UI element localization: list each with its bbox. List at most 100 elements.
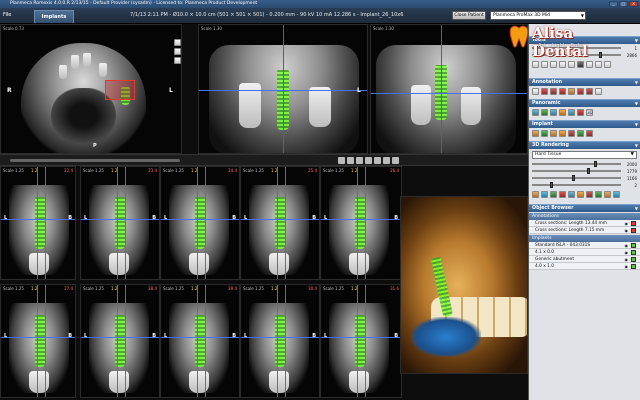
polygon-icon[interactable] (577, 88, 584, 95)
cross-section-view[interactable]: Scale 1.25 1.2 23.4 L B (80, 166, 160, 280)
color-swatch[interactable] (631, 257, 636, 262)
color-icon[interactable] (550, 191, 557, 198)
rendering-slider[interactable]: 2 (532, 182, 637, 188)
abutment-icon[interactable] (541, 130, 548, 137)
export-icon[interactable] (595, 191, 602, 198)
invert-icon[interactable] (577, 61, 584, 68)
rendering-preset-select[interactable]: Hard Tissue ▼ (532, 151, 637, 159)
panoramic-view-1[interactable]: Scale 1.30 L (198, 24, 368, 154)
visibility-icon[interactable]: ◉ (625, 242, 629, 249)
guide-icon[interactable] (577, 130, 584, 137)
close-window-button[interactable]: × (629, 1, 638, 7)
visibility-icon[interactable]: ◉ (625, 256, 629, 263)
slice-icon[interactable] (559, 109, 566, 116)
cube-icon[interactable] (577, 191, 584, 198)
collision-icon[interactable] (568, 130, 575, 137)
ellipse-icon[interactable] (559, 88, 566, 95)
cross-section-view[interactable]: Scale 1.25 1.2 22.4 L B (0, 166, 76, 280)
rectangle-icon[interactable] (550, 88, 557, 95)
object-row[interactable]: 4.0 x 1.0 ◉ (529, 263, 640, 270)
section-3d-rendering[interactable]: 3D Rendering ▼ (529, 141, 640, 149)
zoom-icon[interactable] (532, 61, 539, 68)
tab-implants[interactable]: Implants (34, 10, 74, 23)
cross-section-view[interactable]: Scale 1.25 1.2 30.4 L B (240, 284, 320, 398)
nerve-icon[interactable] (541, 109, 548, 116)
rotate-icon[interactable] (568, 109, 575, 116)
rendering-slider[interactable]: 2000 (532, 161, 637, 167)
implants-group[interactable]: Implants (529, 235, 640, 242)
arrow-icon[interactable] (541, 88, 548, 95)
section-implant[interactable]: Implant ▼ (529, 120, 640, 128)
color-swatch[interactable] (631, 228, 636, 233)
visibility-icon[interactable]: ◉ (625, 249, 629, 256)
color-swatch[interactable] (631, 243, 636, 248)
section-object-browser[interactable]: Object Browser ▼ (529, 204, 640, 212)
object-row[interactable]: Standard ISLA - 043.031S ◉ (529, 242, 640, 249)
view-icon[interactable] (613, 191, 620, 198)
3d-render-view[interactable] (400, 196, 528, 374)
line-icon[interactable] (532, 88, 539, 95)
clip-icon[interactable] (541, 191, 548, 198)
rendering-slider[interactable]: 1779 (532, 168, 637, 174)
color-swatch[interactable] (631, 250, 636, 255)
measure-icon[interactable] (559, 61, 566, 68)
layout-icon[interactable] (174, 39, 181, 46)
object-row[interactable]: Cross sections: Length 7.15 mm ◉ (529, 227, 640, 234)
reset-icon[interactable] (383, 157, 390, 164)
render-icon[interactable] (586, 191, 593, 198)
text-icon[interactable] (568, 88, 575, 95)
visibility-icon[interactable]: ◉ (625, 263, 629, 270)
annotation-box[interactable] (105, 80, 135, 100)
cross-section-view[interactable]: Scale 1.25 1.2 27.4 L B (0, 284, 76, 398)
mesh-icon[interactable] (559, 191, 566, 198)
export-icon[interactable] (392, 157, 399, 164)
contrast-icon[interactable] (550, 61, 557, 68)
object-row[interactable]: 4.1 x 0.0 ◉ (529, 249, 640, 256)
print-icon[interactable] (347, 157, 354, 164)
bone-icon[interactable] (604, 191, 611, 198)
visibility-icon[interactable]: ◉ (625, 220, 629, 227)
implant-icon[interactable] (532, 130, 539, 137)
view-splitter[interactable] (0, 154, 528, 166)
device-select[interactable]: Planmeca ProMax 3D Mid ▼ (490, 11, 586, 20)
3d-icon[interactable]: 3D (586, 109, 593, 116)
cross-section-view[interactable]: Scale 1.25 1.2 29.4 L B (160, 284, 240, 398)
pan-icon[interactable] (541, 61, 548, 68)
info-icon[interactable] (604, 61, 611, 68)
cross-section-view[interactable]: Scale 1.25 1.2 24.4 L B (160, 166, 240, 280)
opacity-icon[interactable] (532, 191, 539, 198)
library-icon[interactable] (559, 130, 566, 137)
section-annotation[interactable]: Annotation ▼ (529, 78, 640, 86)
close-patient-button[interactable]: Close Patient (452, 11, 486, 20)
object-row[interactable]: Generic abutment ◉ (529, 256, 640, 263)
color-swatch[interactable] (631, 221, 636, 226)
minimize-button[interactable]: _ (609, 1, 618, 7)
delete-icon[interactable] (595, 88, 602, 95)
layout-icon[interactable] (374, 157, 381, 164)
lock-icon[interactable] (338, 157, 345, 164)
camera-icon[interactable] (174, 48, 181, 55)
crown-icon[interactable] (550, 130, 557, 137)
cross-section-view[interactable]: Scale 1.25 1.2 25.4 L B (240, 166, 320, 280)
object-row[interactable]: Cross sections: Length 13.44 mm ◉ (529, 220, 640, 227)
visibility-icon[interactable]: ◉ (625, 227, 629, 234)
cross-section-view[interactable]: Scale 1.25 1.2 28.4 L B (80, 284, 160, 398)
light-icon[interactable] (568, 191, 575, 198)
grid-icon[interactable] (356, 157, 363, 164)
skull-icon[interactable] (586, 61, 593, 68)
slice-slider[interactable] (10, 159, 180, 162)
angle-icon[interactable] (568, 61, 575, 68)
cut-icon[interactable] (577, 109, 584, 116)
thickness-icon[interactable] (550, 109, 557, 116)
remove-implant-icon[interactable] (586, 130, 593, 137)
panoramic-view-2[interactable]: Scale 1.30 (370, 24, 528, 154)
section-panoramic[interactable]: Panoramic ▼ (529, 99, 640, 107)
color-swatch[interactable] (631, 264, 636, 269)
freehand-icon[interactable] (586, 88, 593, 95)
annotations-group[interactable]: Annotations (529, 213, 640, 220)
camera-icon[interactable] (365, 157, 372, 164)
axial-view[interactable]: Scale 0.73 R L P (0, 24, 182, 154)
file-menu[interactable]: File (3, 12, 11, 18)
reset-icon[interactable] (595, 61, 602, 68)
cross-section-view[interactable]: Scale 1.25 1.2 26.4 L B (320, 166, 402, 280)
